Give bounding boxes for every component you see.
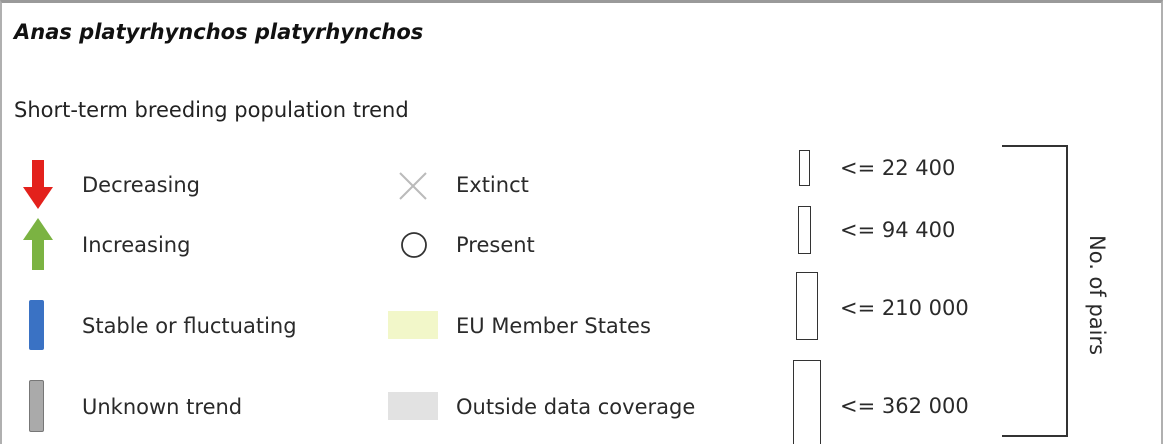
- trend-label-stable: Stable or fluctuating: [82, 314, 297, 338]
- arrow-up-icon: [23, 218, 53, 270]
- trend-label-increasing: Increasing: [82, 233, 191, 257]
- status-label-present: Present: [456, 233, 535, 257]
- size-bar-1: [799, 150, 810, 186]
- size-label-3: <= 210 000: [840, 296, 969, 320]
- species-title: Anas platyrhynchos platyrhynchos: [14, 20, 424, 44]
- size-bar-2: [798, 206, 811, 254]
- arrow-down-icon: [23, 160, 53, 209]
- trend-label-decreasing: Decreasing: [82, 173, 201, 197]
- status-label-extinct: Extinct: [456, 173, 529, 197]
- size-label-1: <= 22 400: [840, 156, 956, 180]
- size-bar-3: [796, 272, 818, 340]
- legend-frame: [0, 0, 1163, 444]
- size-label-4: <= 362 000: [840, 394, 969, 418]
- status-label-eu-member-states: EU Member States: [456, 314, 651, 338]
- status-label-outside-coverage: Outside data coverage: [456, 395, 696, 419]
- size-label-2: <= 94 400: [840, 218, 956, 242]
- outside-coverage-swatch: [388, 392, 438, 420]
- bar-icon-unknown: [29, 380, 44, 432]
- trend-label-unknown: Unknown trend: [82, 395, 243, 419]
- cross-icon: [399, 172, 427, 200]
- size-bracket: [1002, 145, 1068, 437]
- legend-subtitle: Short-term breeding population trend: [14, 98, 409, 122]
- size-bar-4: [793, 360, 821, 444]
- no-of-pairs-label: No. of pairs: [1085, 235, 1109, 356]
- eu-member-states-swatch: [388, 311, 438, 339]
- bar-icon-stable: [29, 300, 44, 350]
- circle-icon: [401, 232, 427, 258]
